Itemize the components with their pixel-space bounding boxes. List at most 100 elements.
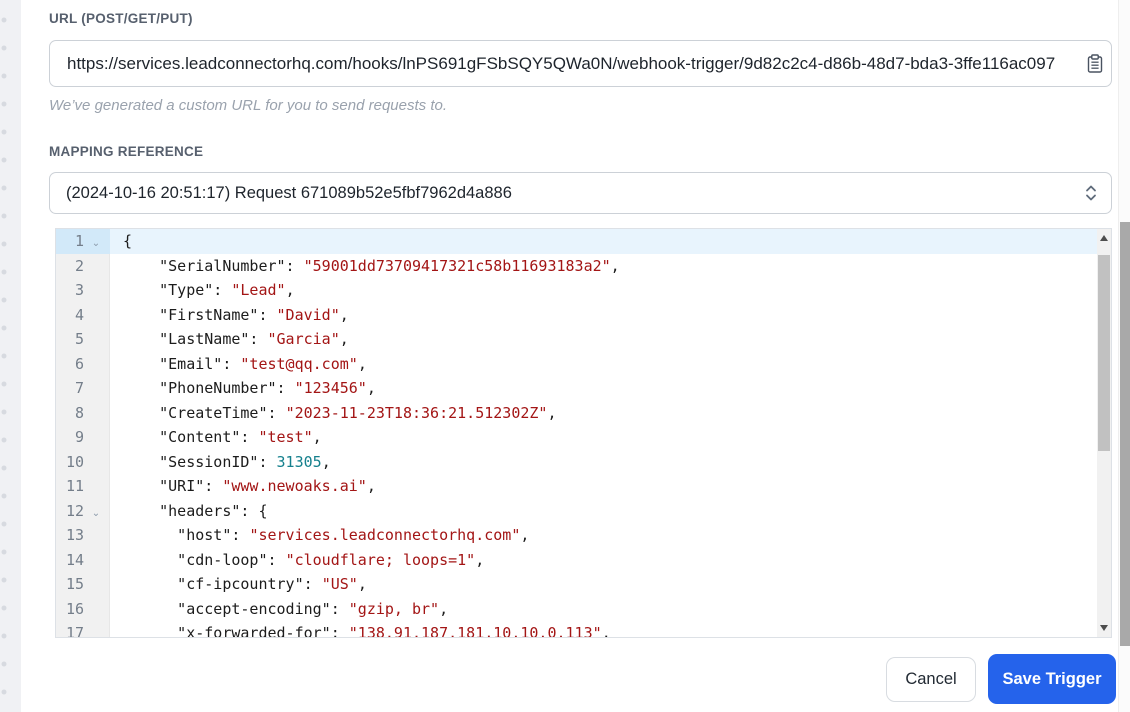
- gutter-cell: 15: [56, 572, 110, 597]
- gutter-cell: 1 ⌄: [56, 229, 110, 254]
- code-line: 17 "x-forwarded-for": "138.91.187.181,10…: [56, 621, 1097, 638]
- line-number: 17: [65, 624, 84, 638]
- code-text: "Type": "Lead",: [123, 281, 295, 299]
- line-number: 11: [65, 477, 84, 495]
- code-line: 16 "accept-encoding": "gzip, br",: [56, 597, 1097, 622]
- line-number: 6: [74, 354, 84, 373]
- code-line: 10 "SessionID": 31305,: [56, 450, 1097, 475]
- line-number: 15: [65, 575, 84, 593]
- line-number: 16: [65, 599, 84, 618]
- mapping-reference-label: MAPPING REFERENCE: [49, 144, 204, 159]
- mapping-reference-selected-option: (2024-10-16 20:51:17) Request 671089b52e…: [66, 183, 512, 202]
- code-text: "CreateTime": "2023-11-23T18:36:21.51230…: [123, 403, 557, 422]
- code-line: 1 ⌄ {: [56, 229, 1097, 254]
- code-text: "FirstName": "David",: [123, 305, 349, 324]
- code-text: "Content": "test",: [123, 428, 322, 446]
- line-number: 13: [65, 526, 84, 544]
- code-text: {: [123, 232, 133, 250]
- code-line: 2 "SerialNumber": "59001dd73709417321c58…: [56, 254, 1097, 279]
- code-line: 6 "Email": "test@qq.com",: [56, 352, 1097, 377]
- cancel-button[interactable]: Cancel: [886, 657, 976, 702]
- code-text: "SerialNumber": "59001dd73709417321c58b1…: [123, 256, 620, 275]
- gutter-cell: 6: [56, 352, 110, 377]
- code-text: "LastName": "Garcia",: [123, 330, 349, 348]
- code-line: 9 "Content": "test",: [56, 425, 1097, 450]
- code-line: 8 "CreateTime": "2023-11-23T18:36:21.512…: [56, 401, 1097, 426]
- line-number: 4: [74, 305, 84, 324]
- line-number: 1: [74, 232, 84, 250]
- webhook-url-value[interactable]: https://services.leadconnectorhq.com/hoo…: [67, 54, 1083, 74]
- line-number: 3: [74, 281, 84, 299]
- fold-chevron-icon[interactable]: ⌄: [84, 502, 108, 527]
- code-text: "URI": "www.newoaks.ai",: [123, 477, 376, 495]
- line-number: 8: [74, 403, 84, 422]
- gutter-cell: 13: [56, 523, 110, 548]
- gutter-cell: 14: [56, 548, 110, 573]
- code-text: "cdn-loop": "cloudflare; loops=1",: [123, 550, 485, 569]
- code-line: 11 "URI": "www.newoaks.ai",: [56, 474, 1097, 499]
- code-lines: 1 ⌄{2 "SerialNumber": "59001dd73709417321…: [56, 229, 1097, 638]
- line-number: 9: [74, 428, 84, 446]
- page-scrollbar-thumb[interactable]: [1120, 222, 1130, 646]
- code-line: 13 "host": "services.leadconnectorhq.com…: [56, 523, 1097, 548]
- code-editor[interactable]: 1 ⌄{2 "SerialNumber": "59001dd73709417321…: [55, 228, 1112, 638]
- webhook-url-field[interactable]: https://services.leadconnectorhq.com/hoo…: [49, 40, 1112, 87]
- scroll-down-arrow-icon[interactable]: [1100, 625, 1108, 631]
- code-text: "SessionID": 31305,: [123, 452, 331, 471]
- url-helper-text: We’ve generated a custom URL for you to …: [49, 97, 447, 114]
- code-text: "Email": "test@qq.com",: [123, 354, 367, 373]
- line-number: 7: [74, 379, 84, 397]
- code-text: "cf-ipcountry": "US",: [123, 575, 367, 593]
- gutter-cell: 10: [56, 450, 110, 475]
- code-text: "headers": {: [123, 501, 268, 520]
- clipboard-icon: [1087, 54, 1103, 73]
- code-line: 12 ⌄ "headers": {: [56, 499, 1097, 524]
- gutter-cell: 7: [56, 376, 110, 401]
- code-line: 3 "Type": "Lead",: [56, 278, 1097, 303]
- save-trigger-button[interactable]: Save Trigger: [988, 654, 1116, 704]
- code-line: 5 "LastName": "Garcia",: [56, 327, 1097, 352]
- page-scrollbar[interactable]: [1118, 0, 1130, 712]
- gutter-cell: 4: [56, 303, 110, 328]
- code-text: "accept-encoding": "gzip, br",: [123, 599, 449, 618]
- gutter-cell: 17: [56, 621, 110, 638]
- code-line: 15 "cf-ipcountry": "US",: [56, 572, 1097, 597]
- scroll-up-arrow-icon[interactable]: [1100, 235, 1108, 241]
- left-dotted-background: [0, 0, 21, 712]
- gutter-cell: 12 ⌄: [56, 499, 110, 524]
- gutter-cell: 8: [56, 401, 110, 426]
- code-line: 4 "FirstName": "David",: [56, 303, 1097, 328]
- gutter-cell: 9: [56, 425, 110, 450]
- fold-chevron-icon[interactable]: ⌄: [84, 232, 108, 257]
- gutter-cell: 3: [56, 278, 110, 303]
- editor-scrollbar-thumb[interactable]: [1098, 255, 1110, 451]
- code-line: 14 "cdn-loop": "cloudflare; loops=1",: [56, 548, 1097, 573]
- url-field-label: URL (POST/GET/PUT): [49, 11, 193, 26]
- mapping-reference-select[interactable]: (2024-10-16 20:51:17) Request 671089b52e…: [49, 172, 1112, 214]
- line-number: 14: [65, 550, 84, 569]
- gutter-cell: 2: [56, 254, 110, 279]
- editor-scrollbar[interactable]: [1097, 229, 1111, 637]
- line-number: 2: [74, 256, 84, 275]
- copy-url-button[interactable]: [1085, 52, 1105, 75]
- code-line: 7 "PhoneNumber": "123456",: [56, 376, 1097, 401]
- gutter-cell: 5: [56, 327, 110, 352]
- gutter-cell: 16: [56, 597, 110, 622]
- line-number: 12: [65, 501, 84, 520]
- code-text: "x-forwarded-for": "138.91.187.181,10.10…: [123, 624, 611, 638]
- up-down-chevron-icon: [1084, 183, 1098, 203]
